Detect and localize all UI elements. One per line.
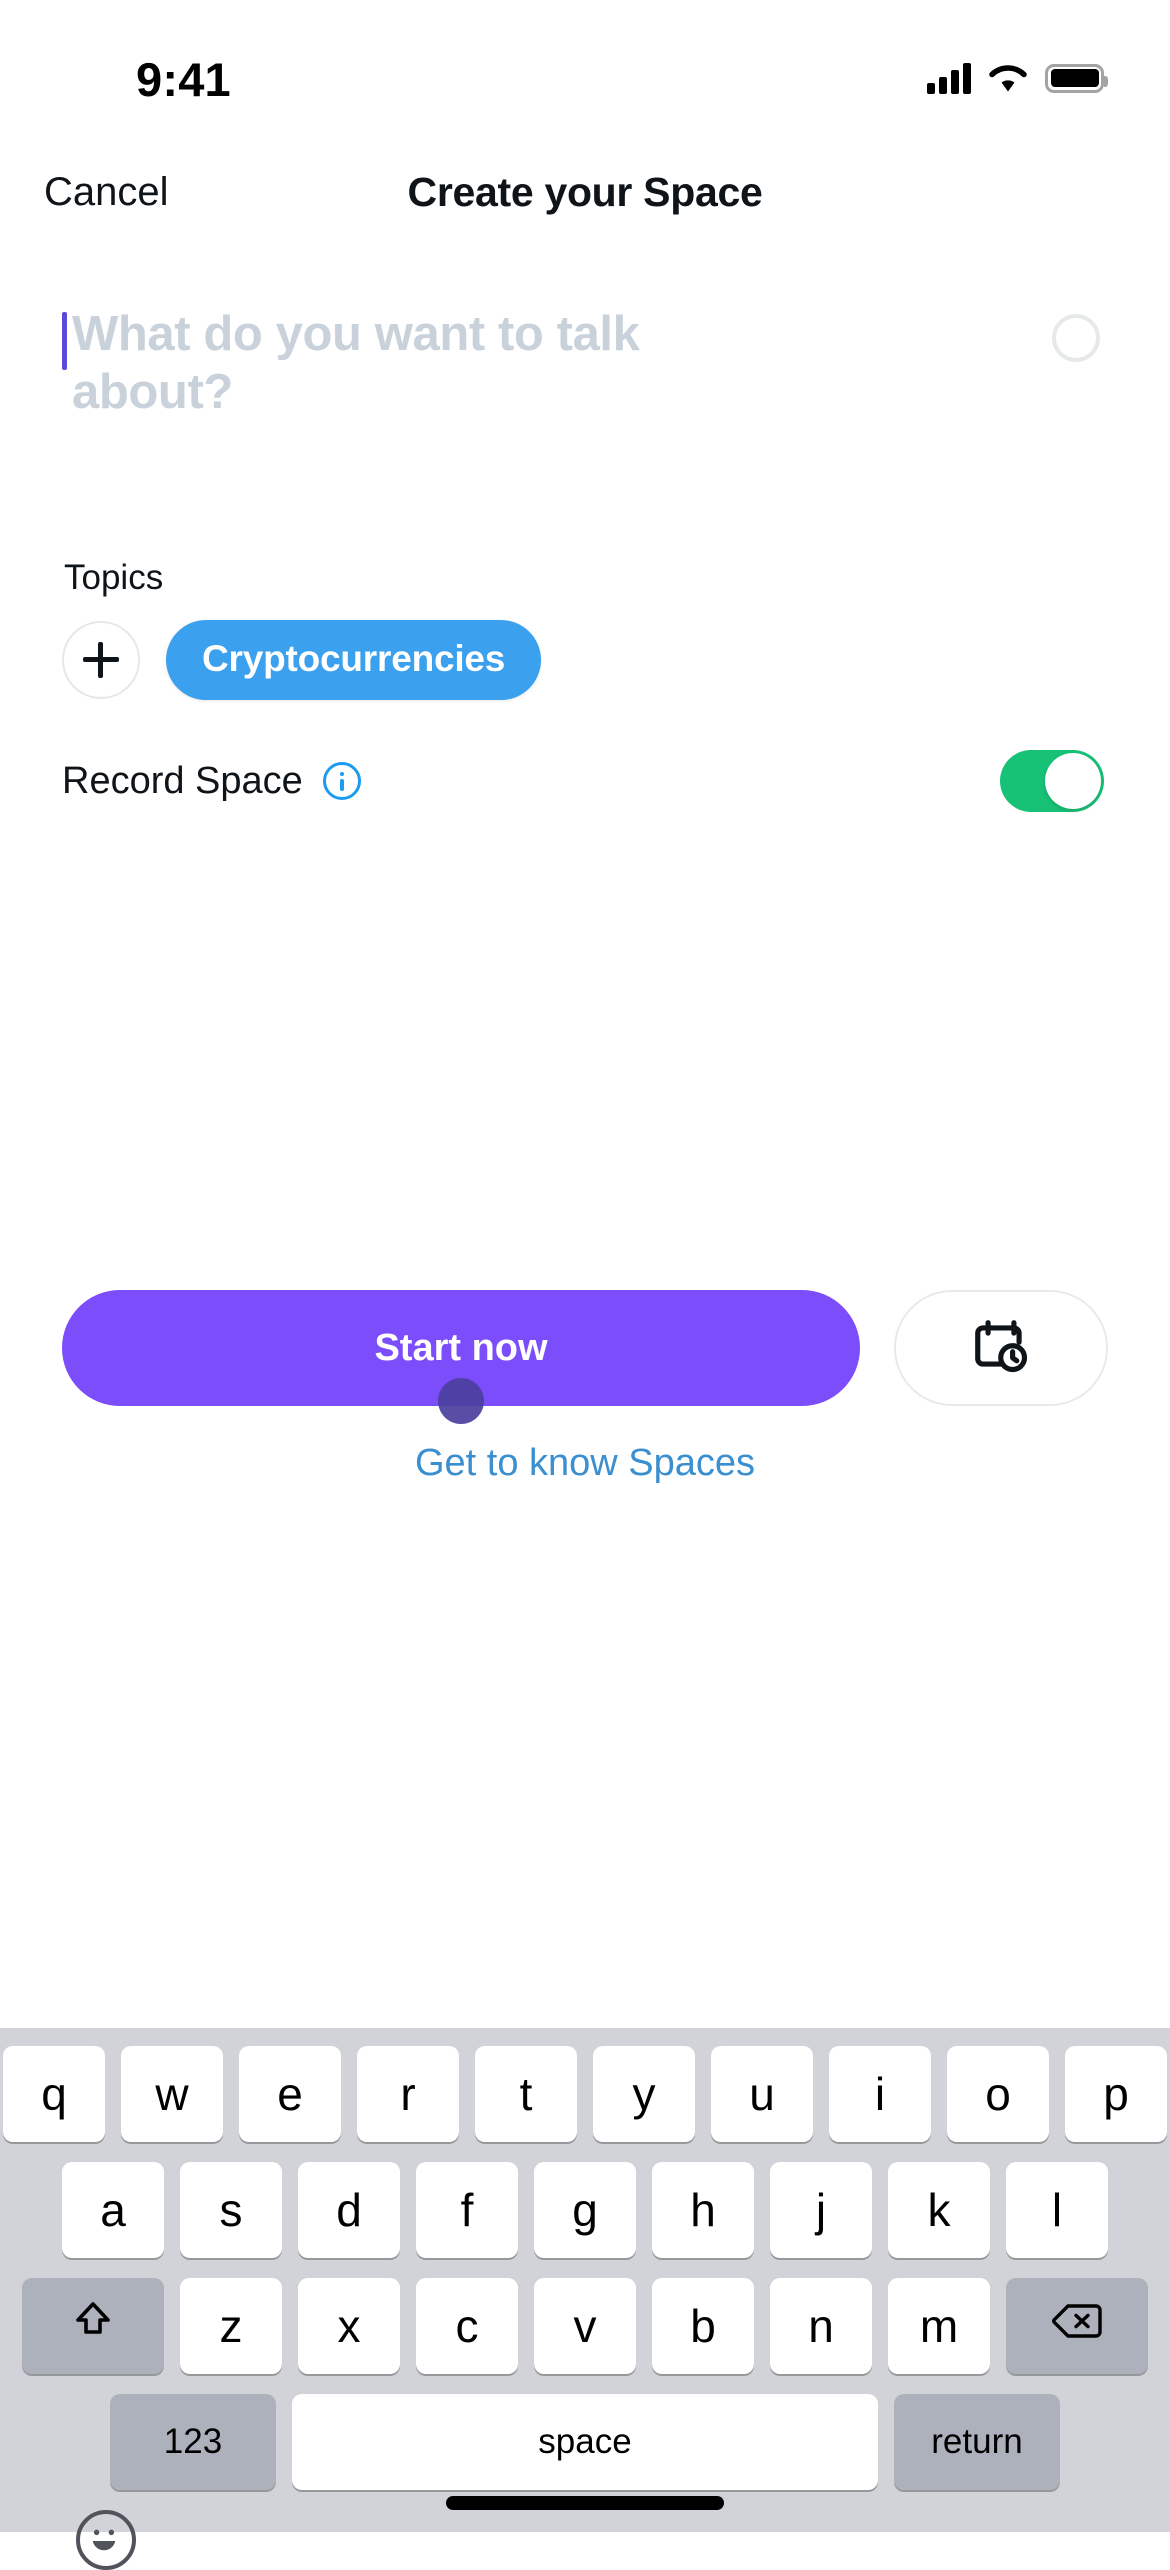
key-j[interactable]: j (770, 2162, 872, 2258)
key-k[interactable]: k (888, 2162, 990, 2258)
shift-arrow-icon (69, 2297, 117, 2356)
space-title-input[interactable]: What do you want to talk about? (62, 306, 1052, 446)
key-c[interactable]: c (416, 2278, 518, 2374)
return-key[interactable]: return (894, 2394, 1060, 2490)
topic-chip-cryptocurrencies[interactable]: Cryptocurrencies (166, 620, 542, 700)
space-key[interactable]: space (292, 2394, 878, 2490)
topics-label: Topics (64, 558, 164, 597)
plus-icon (83, 642, 119, 678)
calendar-clock-icon (970, 1315, 1032, 1382)
key-b[interactable]: b (652, 2278, 754, 2374)
status-bar-time: 9:41 (136, 52, 231, 106)
cancel-button[interactable]: Cancel (30, 162, 183, 223)
schedule-space-button[interactable] (894, 1290, 1108, 1406)
start-now-button[interactable]: Start now (62, 1290, 860, 1424)
key-a[interactable]: a (62, 2162, 164, 2258)
key-n[interactable]: n (770, 2278, 872, 2374)
key-d[interactable]: d (298, 2162, 400, 2258)
key-z[interactable]: z (180, 2278, 282, 2374)
key-m[interactable]: m (888, 2278, 990, 2374)
space-title-placeholder: What do you want to talk about? (72, 307, 640, 419)
wifi-icon (988, 63, 1028, 93)
key-e[interactable]: e (239, 2046, 341, 2142)
composer-row: What do you want to talk about? (62, 306, 1108, 446)
page-title: Create your Space (407, 168, 763, 215)
home-indicator (446, 2496, 724, 2510)
status-bar: 9:41 (0, 0, 1170, 140)
signal-bars-icon (927, 62, 971, 94)
keyboard-row-2: a s d f g h j k l (0, 2162, 1170, 2258)
key-t[interactable]: t (475, 2046, 577, 2142)
action-buttons-row: Start now (62, 1290, 1108, 1424)
key-i[interactable]: i (829, 2046, 931, 2142)
add-topic-button[interactable] (62, 621, 140, 699)
main-content: What do you want to talk about? Topics C… (0, 306, 1170, 1485)
character-count-ring (1052, 314, 1100, 362)
key-y[interactable]: y (593, 2046, 695, 2142)
shift-key[interactable] (22, 2278, 164, 2374)
record-space-label: Record Space (62, 759, 303, 802)
key-r[interactable]: r (357, 2046, 459, 2142)
record-space-left: Record Space (62, 760, 361, 803)
status-bar-indicators (927, 62, 1108, 94)
key-h[interactable]: h (652, 2162, 754, 2258)
backspace-icon (1051, 2299, 1103, 2353)
numbers-key[interactable]: 123 (110, 2394, 276, 2490)
keyboard-row-1: q w e r t y u i o p (0, 2046, 1170, 2142)
emoji-smiley-icon[interactable] (76, 2510, 136, 2570)
key-q[interactable]: q (3, 2046, 105, 2142)
keyboard-row-4: 123 space return (0, 2394, 1170, 2490)
key-x[interactable]: x (298, 2278, 400, 2374)
record-space-row: Record Space (62, 750, 1108, 812)
toggle-knob (1045, 753, 1101, 809)
key-g[interactable]: g (534, 2162, 636, 2258)
key-v[interactable]: v (534, 2278, 636, 2374)
key-w[interactable]: w (121, 2046, 223, 2142)
key-s[interactable]: s (180, 2162, 282, 2258)
topics-row: Cryptocurrencies (62, 620, 1108, 700)
key-o[interactable]: o (947, 2046, 1049, 2142)
touch-indicator (438, 1378, 484, 1424)
battery-icon (1045, 63, 1108, 93)
keyboard-row-3: z x c v b n m (0, 2278, 1170, 2374)
record-space-toggle[interactable] (1000, 750, 1104, 812)
on-screen-keyboard: q w e r t y u i o p a s d f g h j k l z … (0, 2028, 1170, 2570)
navigation-bar: Cancel Create your Space (0, 140, 1170, 244)
key-p[interactable]: p (1065, 2046, 1167, 2142)
start-now-label: Start now (374, 1326, 548, 1369)
info-circle-icon[interactable] (322, 762, 361, 800)
backspace-key[interactable] (1006, 2278, 1148, 2374)
get-to-know-spaces-link[interactable]: Get to know Spaces (62, 1442, 1108, 1485)
key-l[interactable]: l (1006, 2162, 1108, 2258)
key-u[interactable]: u (711, 2046, 813, 2142)
keyboard-bottom-row (0, 2510, 1170, 2570)
key-f[interactable]: f (416, 2162, 518, 2258)
text-caret (62, 312, 67, 370)
